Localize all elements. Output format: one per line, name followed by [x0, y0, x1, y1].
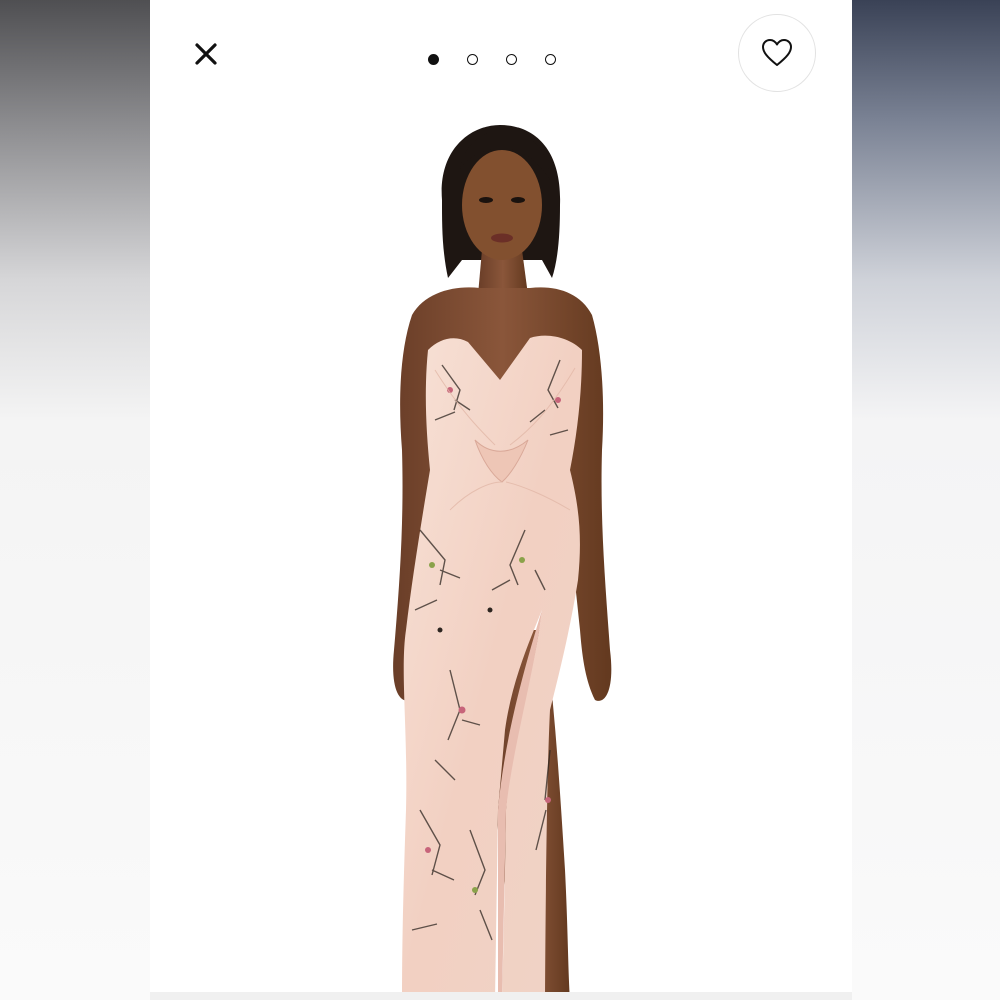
- heart-outline-icon: [762, 39, 792, 66]
- carousel-dot-2[interactable]: [467, 53, 478, 65]
- carousel-indicator: [428, 51, 556, 67]
- bottom-edge: [150, 992, 852, 1000]
- right-backdrop: [852, 0, 1000, 1000]
- favorite-button[interactable]: [738, 14, 816, 92]
- carousel-dot-4[interactable]: [545, 53, 556, 65]
- close-button[interactable]: [190, 38, 222, 70]
- carousel-dot-1[interactable]: [428, 53, 439, 65]
- carousel-dot-3[interactable]: [506, 53, 517, 65]
- close-icon: [195, 43, 217, 65]
- left-backdrop: [0, 0, 150, 1000]
- product-image-viewer: [150, 0, 852, 1000]
- model-face: [462, 150, 542, 260]
- product-photo[interactable]: [150, 110, 852, 1000]
